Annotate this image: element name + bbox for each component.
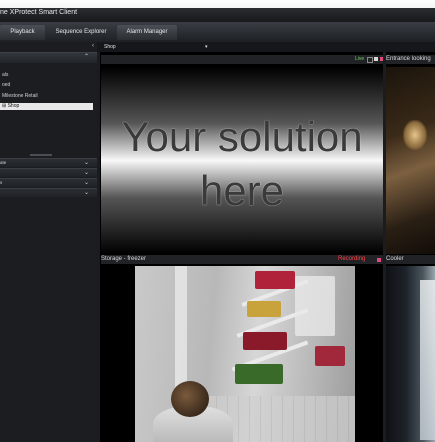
- goods: [235, 364, 283, 384]
- recording-status: Recording: [338, 256, 366, 262]
- promo-line-1: Your solution: [121, 113, 363, 160]
- feed-highlight: [403, 120, 427, 150]
- camera-header-entrance: Entrance looking: [386, 55, 435, 64]
- views-panel-header[interactable]: ⌃: [0, 52, 97, 63]
- pane-divider: [383, 52, 386, 442]
- view-bar: [97, 42, 435, 52]
- app-title: ne XProtect Smart Client: [0, 9, 78, 16]
- person-head: [171, 381, 209, 417]
- sidebar-section-row[interactable]: s ⌄: [0, 178, 97, 187]
- camera-feed-entrance[interactable]: [386, 67, 435, 254]
- sidebar-item-als[interactable]: als: [2, 72, 8, 78]
- collapse-arrow-icon[interactable]: ‹: [92, 43, 94, 49]
- goods: [247, 301, 281, 317]
- camera-header-main: [101, 55, 383, 64]
- pane-divider: [97, 52, 100, 442]
- sidebar: ⌃ als oed Milestone Retail ⊞ Shop ate ⌄ ⌄…: [0, 42, 97, 442]
- freezer-panel: [295, 276, 335, 336]
- tab-sequence-explorer[interactable]: Sequence Explorer: [47, 25, 115, 40]
- sidebar-row-label: s: [0, 180, 3, 185]
- goods: [243, 332, 287, 350]
- sidebar-item-oed[interactable]: oed: [2, 82, 10, 88]
- recording-marker-icon: [377, 258, 381, 262]
- sidebar-section-row[interactable]: ⌄: [0, 188, 97, 197]
- chevron-up-icon[interactable]: ⌃: [84, 53, 89, 60]
- cooler-glass: [420, 280, 435, 440]
- camera-title: Entrance looking: [386, 56, 431, 62]
- view-name[interactable]: Shop: [104, 44, 116, 50]
- chevron-down-icon[interactable]: ⌄: [84, 189, 89, 197]
- goods: [315, 346, 345, 366]
- square-icon[interactable]: [374, 57, 378, 61]
- view-dropdown-icon[interactable]: ▾: [205, 44, 208, 50]
- camera-title: Cooler: [386, 256, 404, 262]
- tab-playback[interactable]: Playback: [0, 25, 45, 40]
- live-indicator: Live: [355, 56, 365, 62]
- storage-scene: [135, 266, 355, 442]
- chevron-down-icon[interactable]: ⌄: [84, 169, 89, 177]
- panel-resize-handle[interactable]: [30, 154, 52, 156]
- chevron-down-icon[interactable]: ⌄: [84, 159, 89, 167]
- sidebar-item-label: Shop: [7, 103, 20, 109]
- sidebar-section-row[interactable]: ⌄: [0, 168, 97, 177]
- camera-title: Storage - freezer: [101, 256, 147, 262]
- camera-header-cooler: Cooler: [386, 255, 435, 264]
- tab-alarm-manager[interactable]: Alarm Manager: [117, 25, 177, 40]
- camera-header-storage: Storage - freezer Recording: [101, 255, 383, 264]
- chevron-down-icon[interactable]: ⌄: [84, 179, 89, 187]
- goods: [255, 271, 295, 289]
- sidebar-item-shop[interactable]: ⊞ Shop: [0, 103, 93, 110]
- promo-placeholder: Your solution here: [101, 67, 383, 254]
- square-icon[interactable]: [367, 57, 373, 63]
- tab-bar: Playback Sequence Explorer Alarm Manager: [0, 22, 435, 43]
- sidebar-section-row[interactable]: ate ⌄: [0, 158, 97, 167]
- sidebar-row-label: ate: [0, 160, 7, 165]
- sidebar-item-milestone-retail[interactable]: Milestone Retail: [2, 93, 38, 99]
- promo-line-2: here: [199, 167, 285, 214]
